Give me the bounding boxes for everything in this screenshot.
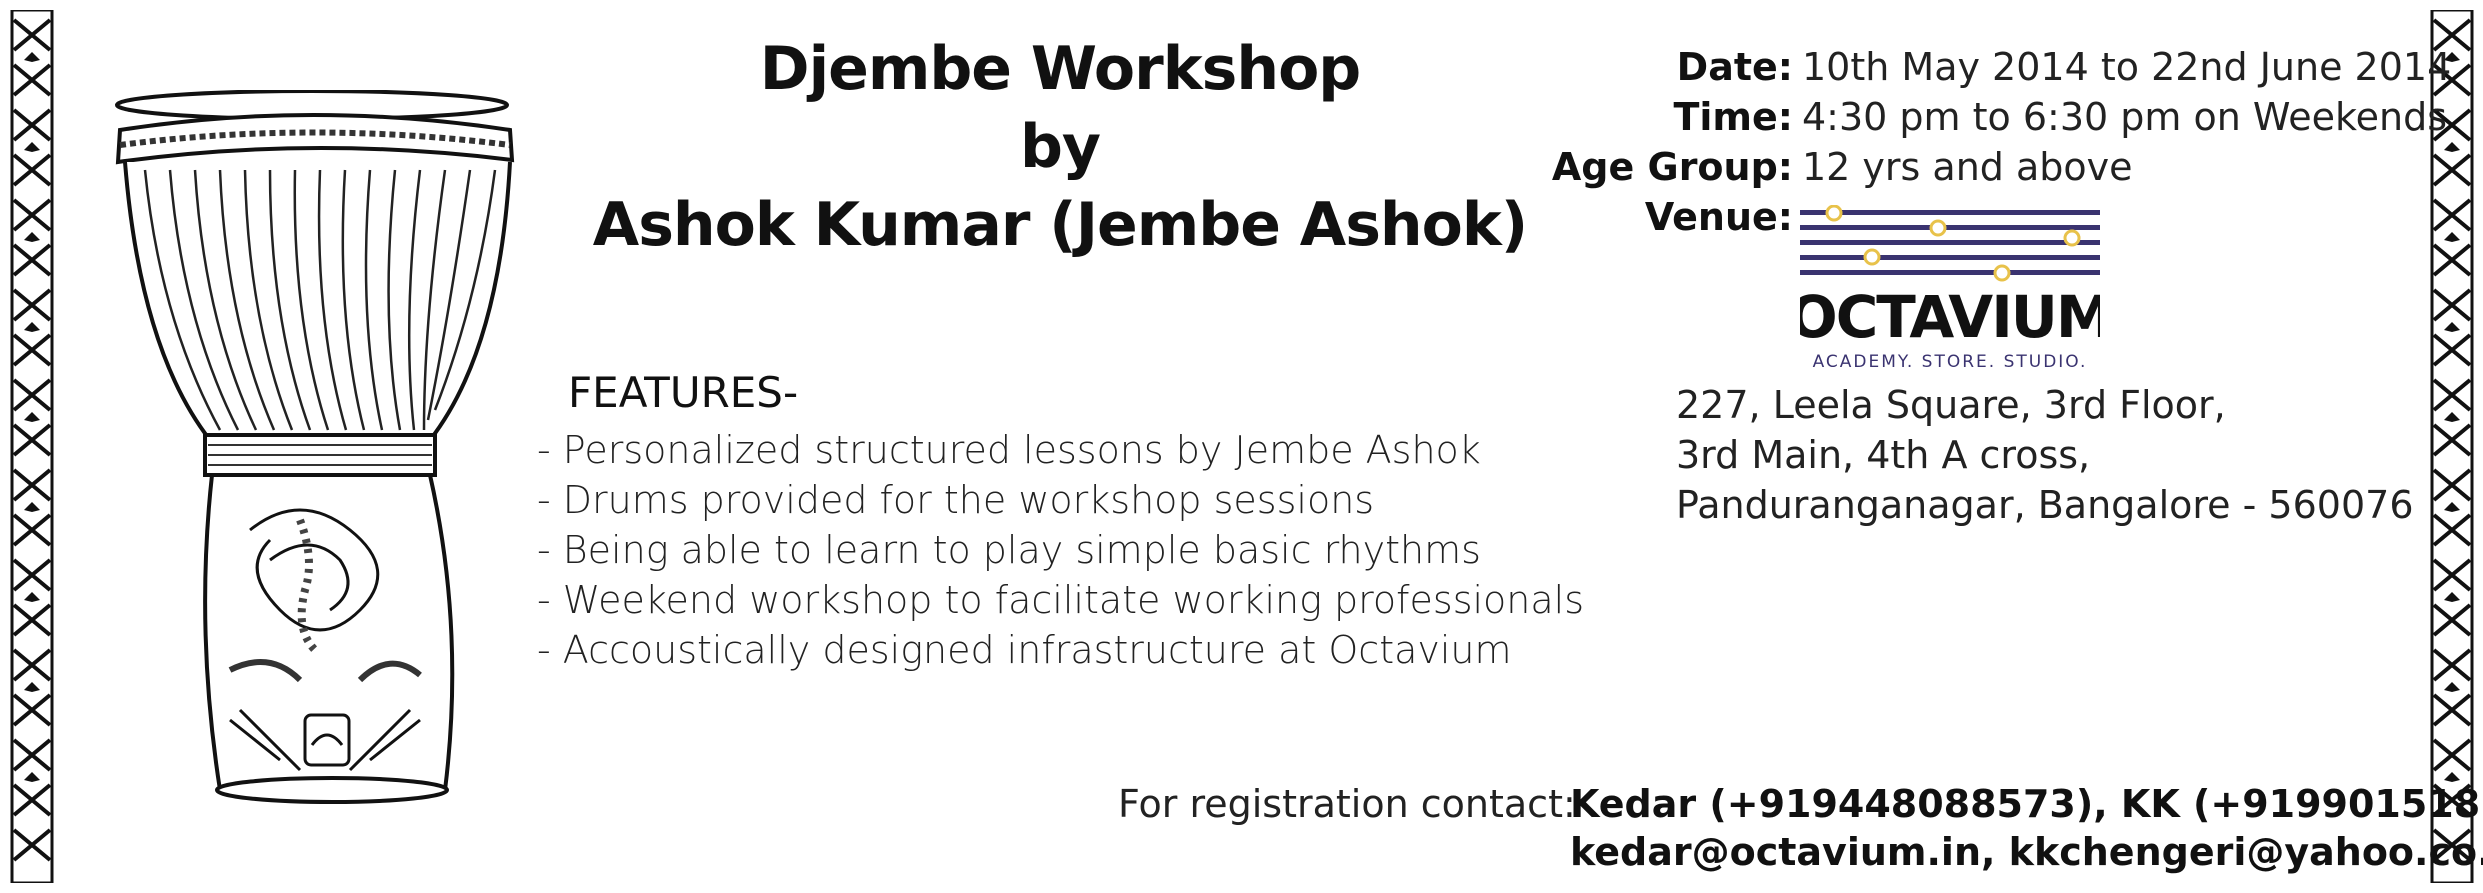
octavium-logo: OCTAVIUM ACADEMY. STORE. STUDIO.	[1800, 205, 2100, 372]
time-value: 4:30 pm to 6:30 pm on Weekends	[1802, 95, 2448, 139]
age-group-value: 12 yrs and above	[1802, 145, 2133, 189]
title-line-2: by	[1019, 112, 1101, 182]
registration-contact-label: For registration contact:	[1118, 782, 1576, 826]
feature-item: - Being able to learn to play simple bas…	[537, 528, 1481, 572]
octavium-tagline: ACADEMY. STORE. STUDIO.	[1813, 352, 2088, 372]
feature-item: - Personalized structured lessons by Jem…	[537, 428, 1481, 472]
contact-phones: Kedar (+919448088573), KK (+919901518162…	[1570, 782, 2483, 826]
venue-address: 227, Leela Square, 3rd Floor, 3rd Main, …	[1676, 380, 2414, 530]
date-label: Date:	[1676, 45, 1793, 89]
date-value: 10th May 2014 to 22nd June 2014	[1802, 45, 2452, 89]
tribal-border-right	[2430, 10, 2474, 883]
feature-item: - Accoustically designed infrastructure …	[537, 628, 1512, 672]
djembe-drum-illustration	[115, 90, 515, 804]
title-line-3: Ashok Kumar (Jembe Ashok)	[592, 190, 1528, 260]
venue-label: Venue:	[1644, 195, 1793, 239]
workshop-title: Djembe Workshop by Ashok Kumar (Jembe As…	[560, 30, 1560, 264]
contact-emails: kedar@octavium.in, kkchengeri@yahoo.co.i…	[1570, 830, 2483, 874]
address-line-2: 3rd Main, 4th A cross,	[1676, 433, 2091, 477]
address-line-3: Panduranganagar, Bangalore - 560076	[1676, 483, 2414, 527]
age-group-label: Age Group:	[1551, 145, 1793, 189]
tribal-border-left	[10, 10, 54, 883]
octavium-wordmark: OCTAVIUM	[1800, 283, 2100, 351]
feature-item: - Drums provided for the workshop sessio…	[537, 478, 1375, 522]
features-heading: FEATURES-	[568, 368, 799, 417]
feature-item: - Weekend workshop to facilitate working…	[537, 578, 1585, 622]
title-line-1: Djembe Workshop	[759, 34, 1361, 104]
features-list: - Personalized structured lessons by Jem…	[537, 425, 1584, 675]
address-line-1: 227, Leela Square, 3rd Floor,	[1676, 383, 2226, 427]
time-label: Time:	[1673, 95, 1793, 139]
